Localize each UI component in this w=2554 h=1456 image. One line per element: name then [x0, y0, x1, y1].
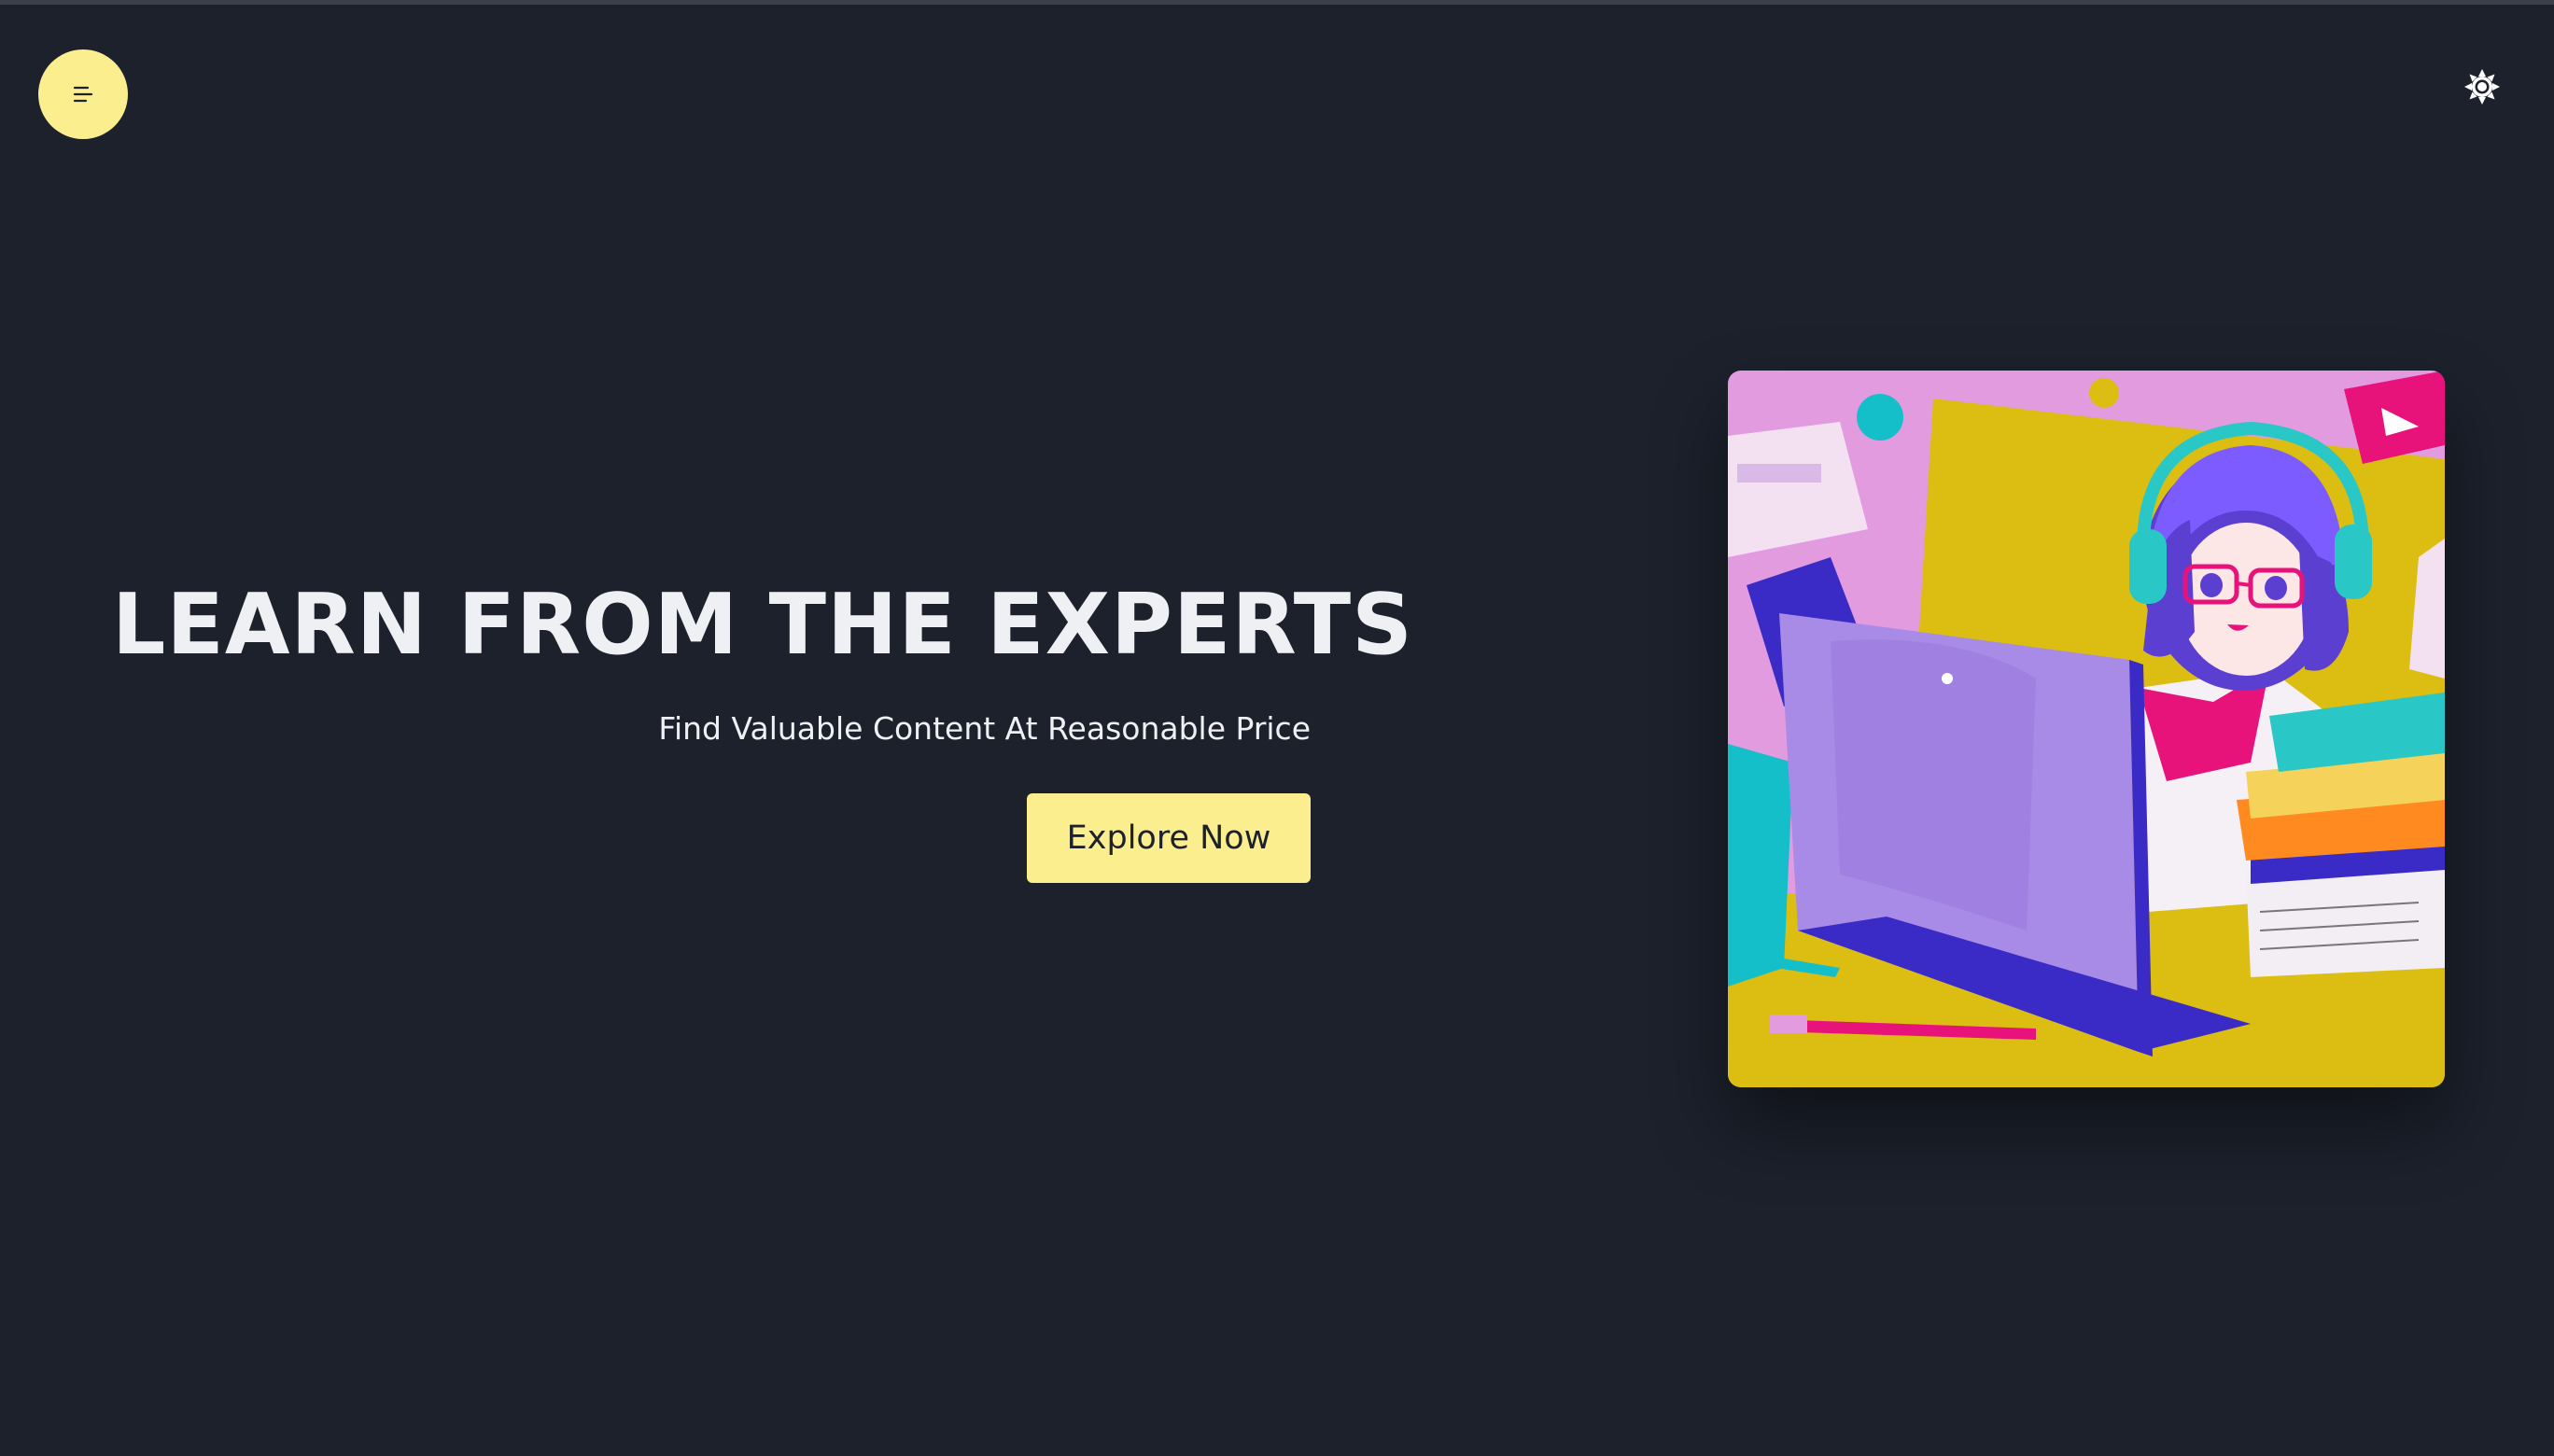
cta-wrapper: Explore Now [112, 793, 1311, 883]
hamburger-menu-icon [73, 86, 93, 103]
menu-button[interactable] [38, 49, 128, 139]
anime-girl-laptop-illustration [1728, 371, 2445, 1087]
hero-text-block: LEARN FROM THE EXPERTS Find Valuable Con… [112, 560, 1413, 883]
window-top-edge [0, 0, 2554, 5]
theme-toggle-button[interactable] [2461, 65, 2504, 108]
explore-now-button[interactable]: Explore Now [1027, 793, 1311, 883]
hero-illustration [1728, 371, 2445, 1087]
hero-subtitle: Find Valuable Content At Reasonable Pric… [658, 710, 1311, 747]
sun-icon [2464, 69, 2500, 105]
hero-title: LEARN FROM THE EXPERTS [112, 576, 1413, 674]
